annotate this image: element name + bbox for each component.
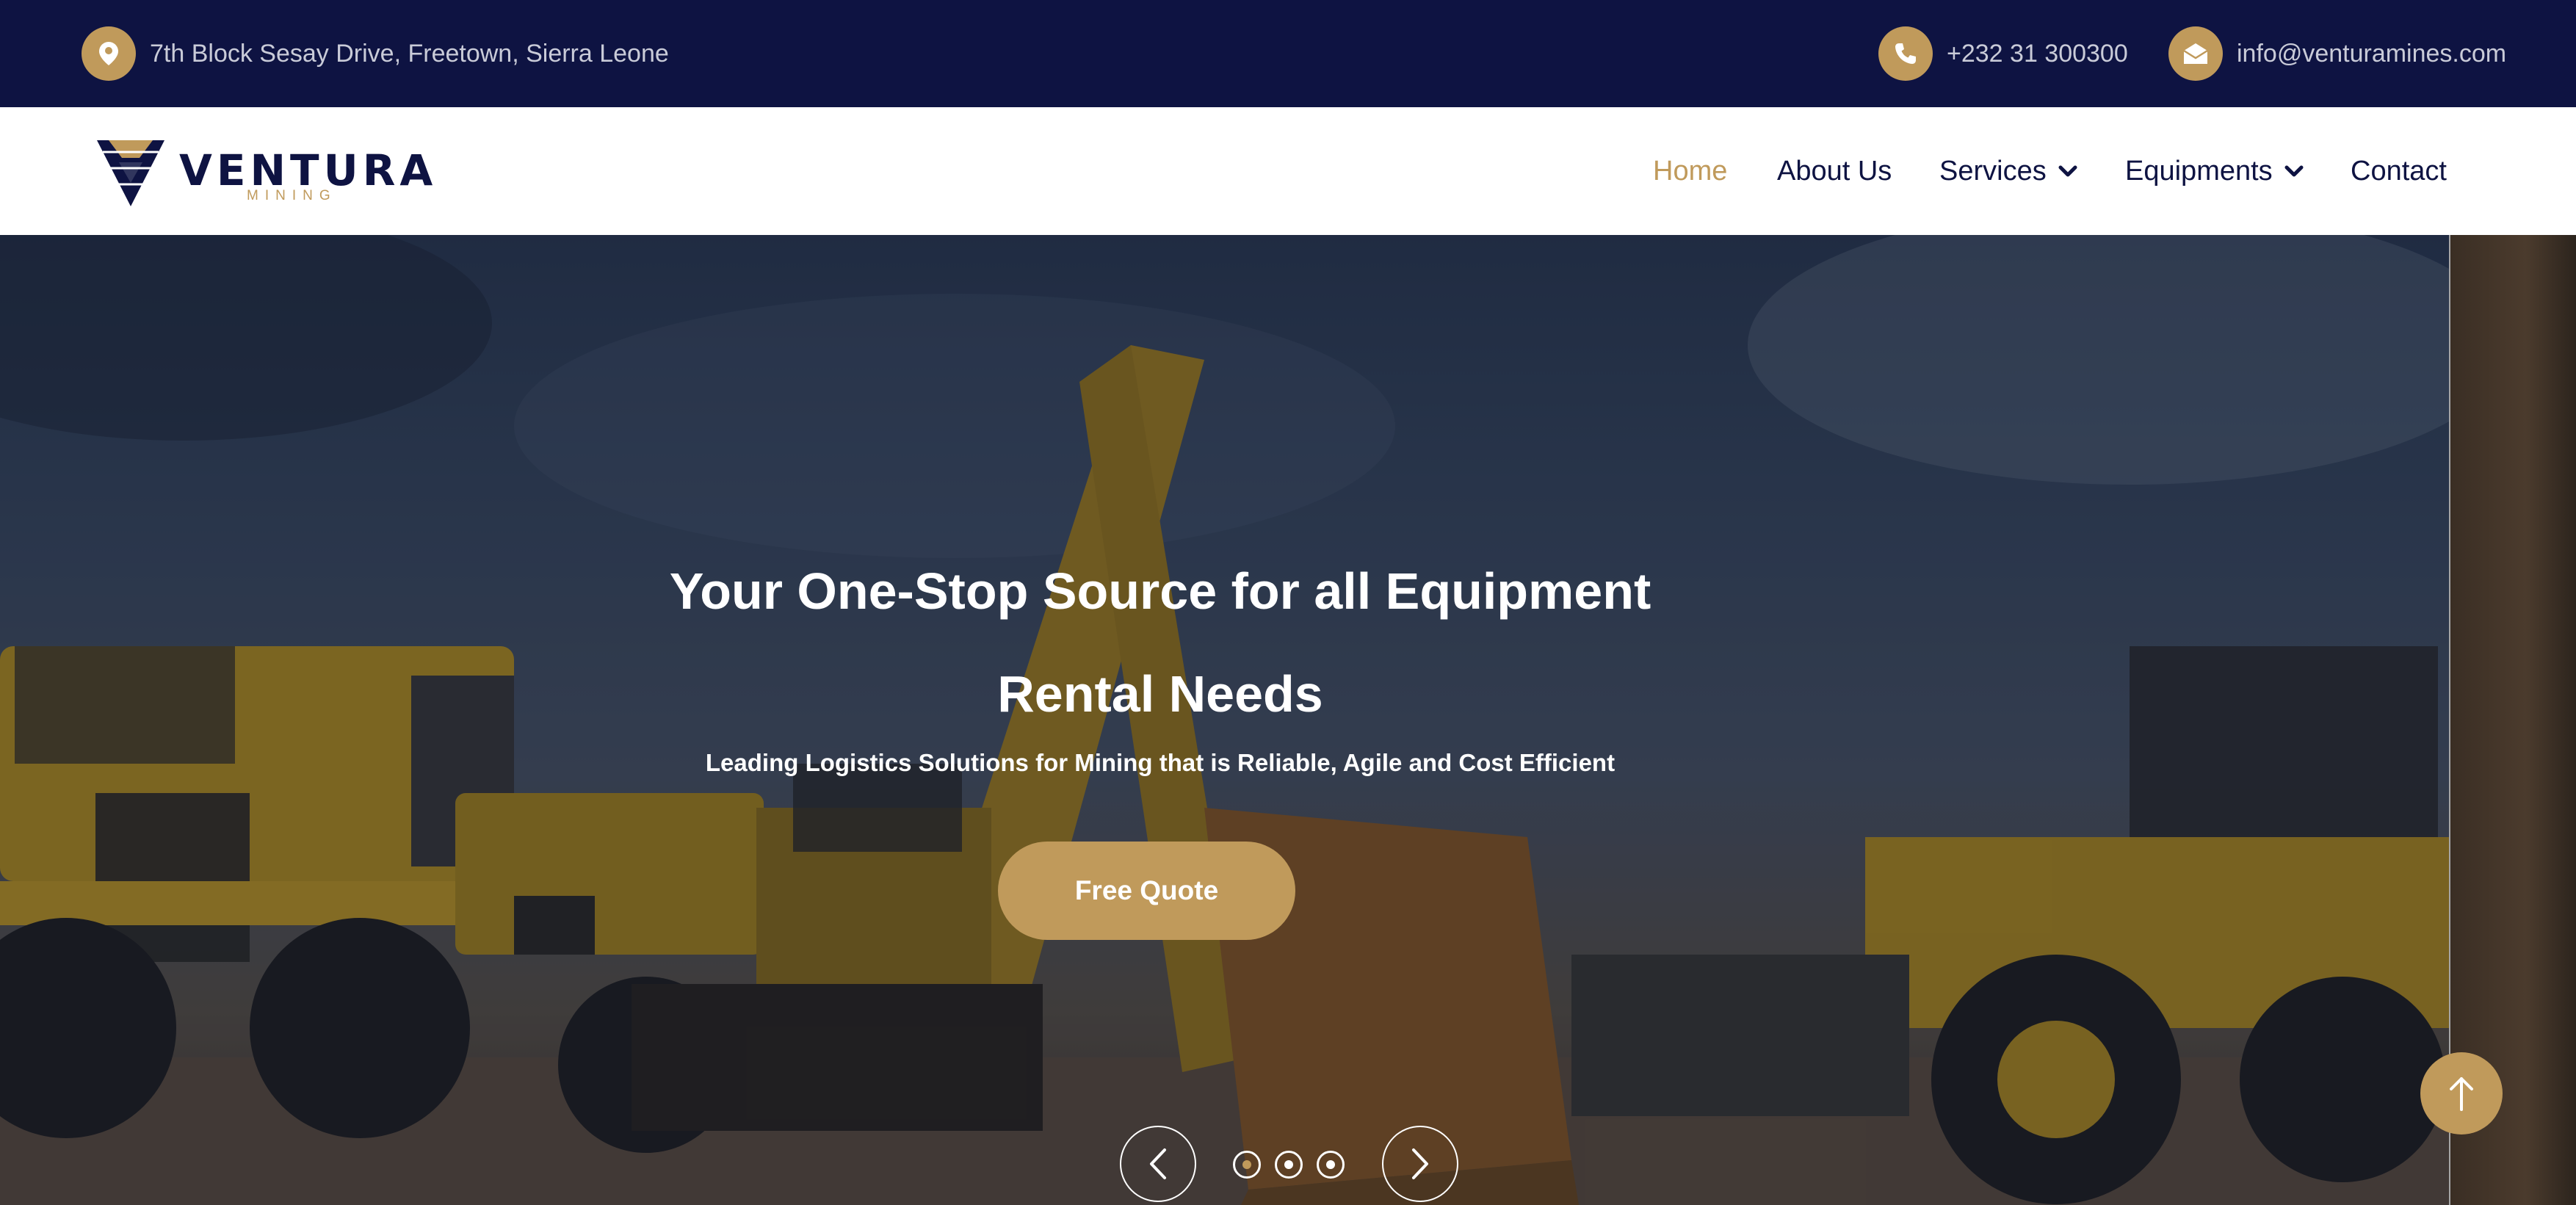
nav-item-label: Contact (2351, 155, 2447, 187)
top-contact-bar: 7th Block Sesay Drive, Freetown, Sierra … (0, 0, 2576, 107)
chevron-down-icon (2058, 165, 2077, 177)
chevron-left-icon (1150, 1148, 1166, 1179)
slider-dot-2[interactable] (1275, 1151, 1303, 1179)
hero-slider: Your One-Stop Source for all Equipment R… (0, 235, 2576, 1205)
phone-link[interactable]: +232 31 300300 (1947, 40, 2128, 68)
slider-prev-button[interactable] (1120, 1126, 1196, 1202)
logo-subtitle-text: MINING (247, 188, 337, 203)
nav-item-about-us[interactable]: About Us (1777, 107, 1892, 235)
chevron-down-icon (2284, 165, 2304, 177)
nav-item-label: About Us (1777, 155, 1892, 187)
ventura-logo[interactable]: VENTURA MINING (94, 135, 433, 209)
nav-item-label: Equipments (2125, 155, 2273, 187)
phone-icon (1878, 26, 1933, 81)
nav-item-home[interactable]: Home (1653, 107, 1727, 235)
nav-item-label: Services (1939, 155, 2047, 187)
scroll-to-top-button[interactable] (2420, 1052, 2503, 1135)
hero-title: Your One-Stop Source for all Equipment R… (669, 562, 1651, 723)
slider-dot-1[interactable] (1233, 1151, 1261, 1179)
phone-item[interactable]: +232 31 300300 (1878, 26, 2128, 82)
email-item[interactable]: info@venturamines.com (2168, 26, 2506, 82)
nav-item-label: Home (1653, 155, 1728, 187)
address-text: 7th Block Sesay Drive, Freetown, Sierra … (150, 39, 669, 68)
nav-item-services[interactable]: Services (1939, 107, 2077, 235)
hero-subtitle: Leading Logistics Solutions for Mining t… (705, 749, 1616, 776)
address-item: 7th Block Sesay Drive, Freetown, Sierra … (82, 26, 669, 82)
location-pin-icon (82, 26, 136, 81)
main-navbar: VENTURA MINING Home About Us Services Eq… (0, 107, 2576, 235)
logo-wordmark: VENTURA MINING (179, 135, 433, 209)
chevron-right-icon (1412, 1148, 1428, 1179)
arrow-up-icon (2450, 1077, 2473, 1111)
free-quote-button[interactable]: Free Quote (998, 842, 1295, 940)
nav-item-contact[interactable]: Contact (2351, 107, 2447, 235)
slider-next-button[interactable] (1382, 1126, 1458, 1202)
slider-dot-3[interactable] (1317, 1151, 1345, 1179)
email-link[interactable]: info@venturamines.com (2237, 40, 2506, 68)
nav-item-equipments[interactable]: Equipments (2125, 107, 2304, 235)
envelope-icon (2168, 26, 2223, 81)
ventura-logo-mark-icon (97, 140, 164, 206)
